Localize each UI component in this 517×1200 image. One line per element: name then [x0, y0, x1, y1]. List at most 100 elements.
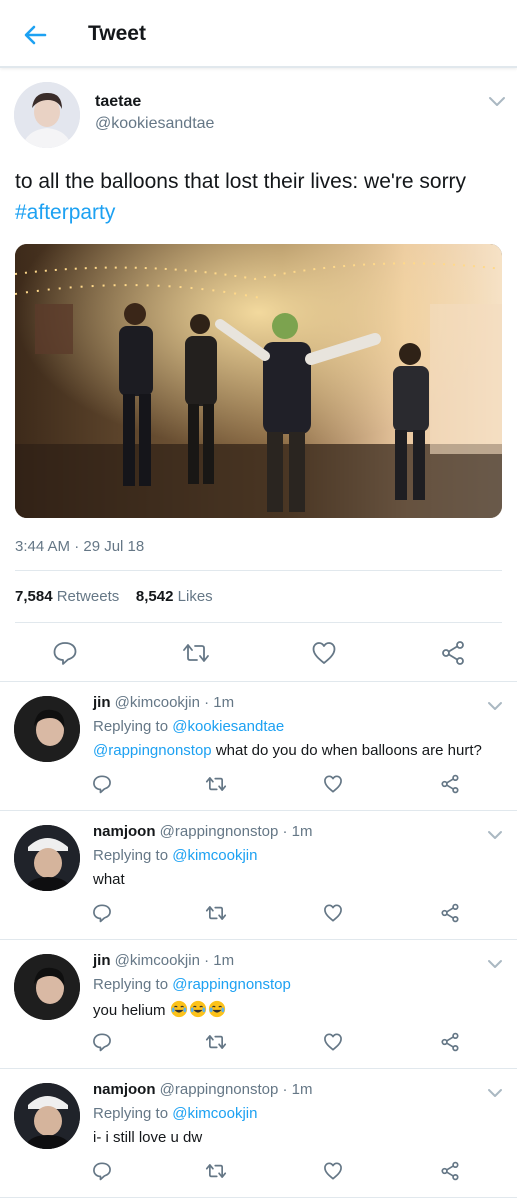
replying-to-handle[interactable]: @rappingnonstop [172, 976, 291, 993]
chevron-down-icon[interactable] [486, 829, 504, 841]
retweet-icon [183, 644, 209, 662]
reply-actions [0, 903, 517, 927]
reply-text: what [93, 871, 125, 888]
divider [15, 570, 502, 571]
retweet-button[interactable] [205, 1161, 227, 1181]
like-icon [324, 1033, 342, 1051]
share-icon [441, 774, 459, 794]
mention-link[interactable]: @rappingnonstop [93, 742, 212, 759]
share-button[interactable] [440, 774, 460, 794]
retweet-button[interactable] [205, 1032, 227, 1052]
reply-text: i- i still love u dw [93, 1129, 203, 1146]
reply-icon [93, 1162, 111, 1181]
tweet-actions [0, 636, 517, 672]
reply-icon [93, 775, 111, 794]
main-tweet: taetae @kookiesandtae to all the balloon… [0, 70, 517, 682]
reply-button[interactable] [52, 640, 78, 666]
like-icon [312, 642, 336, 664]
retweets-stat[interactable]: 7,584 Retweets [15, 588, 119, 605]
replying-to: Replying to @kookiesandtae [93, 718, 284, 735]
retweet-button[interactable] [205, 903, 227, 923]
arrow-left-icon [24, 25, 47, 45]
tweet-text-body: to all the balloons that lost their live… [15, 170, 467, 193]
back-button[interactable] [18, 18, 52, 52]
retweet-button[interactable] [182, 640, 210, 666]
like-icon [324, 904, 342, 922]
retweet-button[interactable] [205, 774, 227, 794]
reply-button[interactable] [92, 1161, 112, 1181]
reply-header: jin @kimcookjin · 1m [93, 694, 234, 711]
chevron-down-icon[interactable] [486, 1087, 504, 1099]
engagement-stats: 7,584 Retweets 8,542 Likes [15, 588, 213, 605]
hashtag-link[interactable]: #afterparty [15, 201, 115, 224]
like-button[interactable] [323, 1161, 343, 1181]
share-button[interactable] [440, 903, 460, 923]
reply-icon [93, 1033, 111, 1052]
reply-tweet[interactable]: jin @kimcookjin · 1m Replying to @kookie… [0, 682, 517, 810]
share-button[interactable] [440, 640, 466, 666]
replying-label: Replying to [93, 1105, 169, 1122]
like-button[interactable] [323, 903, 343, 923]
replying-to-handle[interactable]: @kimcookjin [172, 847, 257, 864]
retweet-icon [205, 1164, 227, 1178]
chevron-down-icon[interactable] [486, 958, 504, 970]
reply-tweet[interactable]: namjoon @rappingnonstop · 1m Replying to… [0, 1069, 517, 1197]
retweets-label: Retweets [56, 588, 120, 605]
retweet-icon [205, 777, 227, 791]
author-name[interactable]: taetae [95, 93, 141, 111]
avatar[interactable] [14, 954, 80, 1020]
reply-button[interactable] [92, 903, 112, 923]
reply-author-name[interactable]: namjoon [93, 823, 156, 840]
laughing-emoji-icons [170, 1000, 227, 1019]
reply-author-handle[interactable]: @kimcookjin [115, 952, 200, 969]
likes-count: 8,542 [135, 588, 174, 605]
replying-to: Replying to @rappingnonstop [93, 976, 291, 993]
reply-author-handle[interactable]: @rappingnonstop [160, 823, 279, 840]
share-icon [441, 1032, 459, 1052]
chevron-down-icon[interactable] [488, 96, 506, 108]
reply-tweet[interactable]: namjoon @rappingnonstop · 1m Replying to… [0, 811, 517, 939]
share-button[interactable] [440, 1032, 460, 1052]
author-handle[interactable]: @kookiesandtae [95, 115, 214, 133]
tweet-photo[interactable] [15, 244, 502, 518]
reply-author-name[interactable]: namjoon [93, 1081, 156, 1098]
share-button[interactable] [440, 1161, 460, 1181]
replying-to-handle[interactable]: @kimcookjin [172, 1105, 257, 1122]
avatar[interactable] [14, 82, 80, 148]
replying-label: Replying to [93, 718, 169, 735]
avatar[interactable] [14, 696, 80, 762]
retweet-icon [205, 906, 227, 920]
reply-author-handle[interactable]: @rappingnonstop [160, 1081, 279, 1098]
reply-time: · 1m [282, 823, 313, 840]
reply-author-name[interactable]: jin [93, 694, 111, 711]
reply-time: · 1m [204, 694, 235, 711]
reply-header: namjoon @rappingnonstop · 1m [93, 1081, 313, 1098]
like-button[interactable] [323, 1032, 343, 1052]
divider [0, 1197, 517, 1198]
share-icon [442, 641, 464, 665]
reply-author-handle[interactable]: @kimcookjin [115, 694, 200, 711]
retweets-count: 7,584 [15, 588, 53, 605]
retweet-icon [205, 1035, 227, 1049]
reply-button[interactable] [92, 774, 112, 794]
reply-author-name[interactable]: jin [93, 952, 111, 969]
like-button[interactable] [311, 640, 337, 666]
reply-text-body: what do you do when balloons are hurt? [211, 742, 482, 759]
reply-button[interactable] [92, 1032, 112, 1052]
reply-header: jin @kimcookjin · 1m [93, 952, 234, 969]
reply-tweet[interactable]: jin @kimcookjin · 1m Replying to @rappin… [0, 940, 517, 1068]
likes-label: Likes [177, 588, 213, 605]
replying-to-handle[interactable]: @kookiesandtae [172, 718, 284, 735]
reply-time: · 1m [204, 952, 235, 969]
share-icon [441, 903, 459, 923]
like-button[interactable] [323, 774, 343, 794]
replying-to: Replying to @kimcookjin [93, 847, 257, 864]
reply-text: you helium [93, 1000, 227, 1019]
avatar[interactable] [14, 1083, 80, 1149]
likes-stat[interactable]: 8,542 Likes [136, 588, 213, 605]
avatar[interactable] [14, 825, 80, 891]
chevron-down-icon[interactable] [486, 700, 504, 712]
tweet-text: to all the balloons that lost their live… [15, 166, 505, 228]
like-icon [324, 775, 342, 793]
reply-actions [0, 1161, 517, 1185]
